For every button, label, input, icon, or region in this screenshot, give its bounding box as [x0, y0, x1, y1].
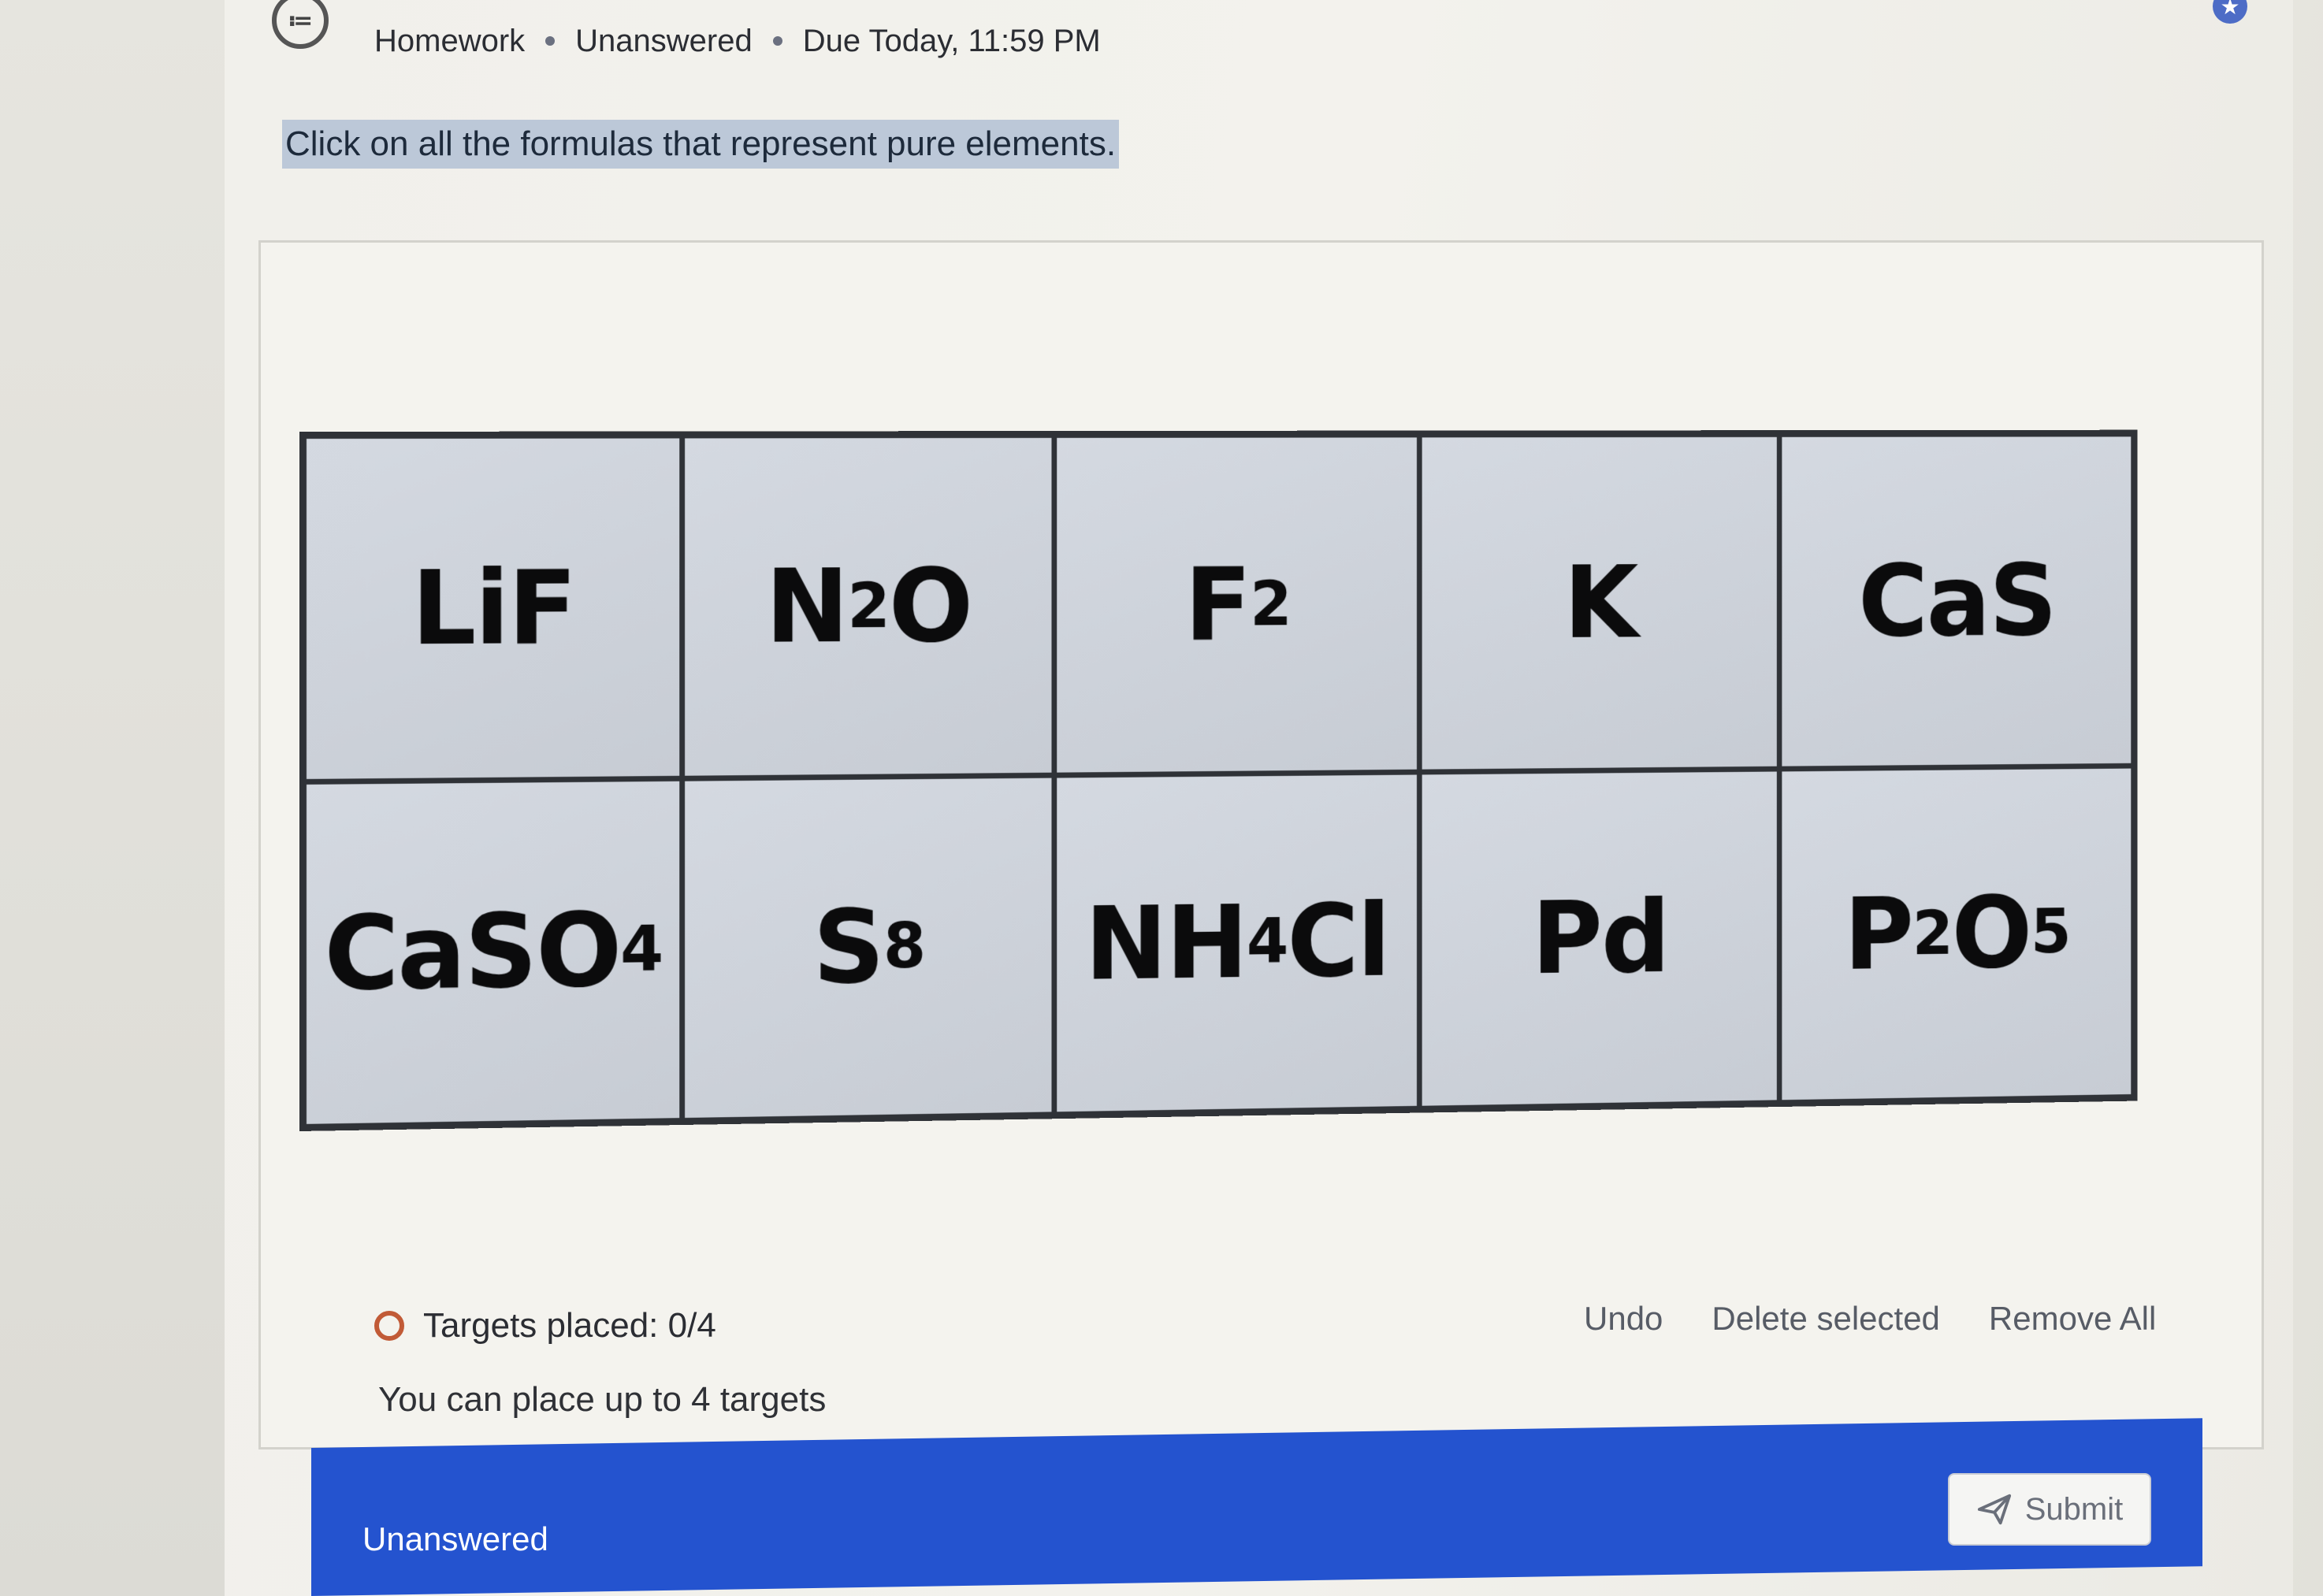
breadcrumb-status: Unanswered [575, 23, 753, 58]
formula-cell-lif[interactable]: LiF [306, 438, 680, 779]
targets-placed-label: Targets placed: 0/4 [423, 1306, 716, 1345]
formula-cell-caso4[interactable]: CaSO 4 [306, 781, 680, 1124]
formula-grid: LiF N2O F2 K CaS CaSO 4 S8 NH 4 Cl Pd P2O5 [299, 429, 2138, 1131]
formula-cell-f2[interactable]: F2 [1056, 437, 1418, 773]
submit-button[interactable]: Submit [1948, 1473, 2151, 1546]
formula-cell-s8[interactable]: S8 [684, 778, 1052, 1119]
left-margin [0, 0, 225, 1596]
breadcrumb: Homework Unanswered Due Today, 11:59 PM [374, 17, 1101, 65]
target-tools: Undo Delete selected Remove All [1584, 1300, 2156, 1338]
remove-all-button[interactable]: Remove All [1989, 1300, 2156, 1338]
undo-button[interactable]: Undo [1584, 1300, 1663, 1338]
targets-hint: You can place up to 4 targets [378, 1380, 827, 1419]
submit-label: Submit [2024, 1491, 2124, 1527]
answer-status-label: Unanswered [362, 1520, 548, 1557]
formula-cell-p2o5[interactable]: P2O5 [1782, 768, 2132, 1100]
formula-cell-nh4cl[interactable]: NH 4 Cl [1056, 774, 1418, 1112]
separator-dot [772, 36, 782, 46]
formula-cell-n2o[interactable]: N2O [684, 437, 1052, 776]
send-icon [1977, 1494, 2011, 1525]
breadcrumb-homework: Homework [374, 23, 526, 58]
separator-dot [545, 36, 556, 46]
formula-cell-cas[interactable]: CaS [1782, 436, 2132, 766]
breadcrumb-due-date: Due Today, 11:59 PM [802, 23, 1101, 58]
question-prompt: Click on all the formulas that represent… [282, 120, 1120, 169]
footer-bar [311, 1418, 2202, 1596]
targets-status: Targets placed: 0/4 [374, 1306, 716, 1345]
delete-selected-button[interactable]: Delete selected [1712, 1300, 1940, 1338]
formula-cell-pd[interactable]: Pd [1422, 770, 1778, 1106]
formula-cell-k[interactable]: K [1422, 436, 1778, 770]
status-ring-icon [374, 1311, 404, 1341]
